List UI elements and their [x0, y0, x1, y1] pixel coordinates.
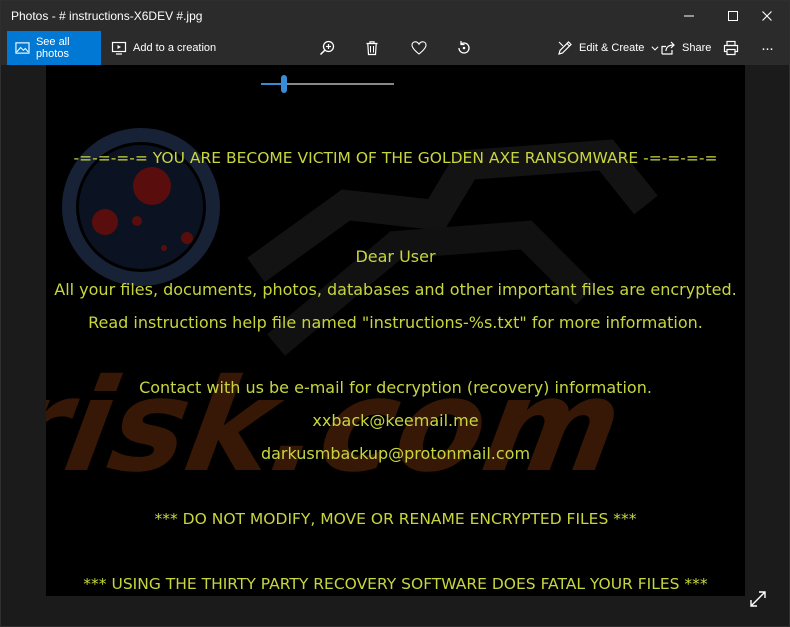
printer-icon — [723, 40, 739, 56]
chevron-down-icon — [651, 46, 659, 51]
zoom-slider-thumb[interactable] — [280, 75, 287, 93]
rotate-button[interactable] — [450, 31, 478, 65]
zoom-button[interactable] — [313, 31, 341, 65]
add-to-creation-label: Add to a creation — [133, 42, 217, 54]
see-all-photos-label: See all photos — [35, 36, 70, 60]
add-to-creation-button[interactable]: Add to a creation — [111, 31, 216, 65]
note-email-2: darkusmbackup@protonmail.com — [260, 444, 531, 463]
trash-icon — [366, 41, 378, 56]
note-line-1: All your files, documents, photos, datab… — [54, 280, 737, 299]
toolbar: See all photos Add to a creation Edit & … — [1, 31, 789, 65]
zoom-in-icon — [319, 40, 335, 56]
title-bar[interactable]: Photos - # instructions-X6DEV #.jpg — [1, 1, 789, 31]
edit-create-button[interactable]: Edit & Create — [557, 31, 660, 65]
delete-button[interactable] — [358, 31, 386, 65]
maximize-icon — [728, 11, 738, 21]
rotate-icon — [458, 41, 470, 54]
note-email-1: xxback@keemail.me — [312, 411, 479, 430]
photos-window: Photos - # instructions-X6DEV #.jpg See … — [0, 0, 790, 627]
window-title: Photos - # instructions-X6DEV #.jpg — [11, 9, 203, 23]
ransom-note-image: risk.com -=-=-=-= YOU ARE BECOME VICTIM … — [46, 65, 745, 596]
see-all-photos-button[interactable]: See all photos — [7, 31, 101, 65]
note-contact: Contact with us be e-mail for decryption… — [139, 378, 652, 397]
expand-icon — [750, 591, 766, 607]
fullscreen-button[interactable] — [749, 590, 767, 608]
zoom-slider[interactable] — [261, 75, 394, 93]
edit-create-label: Edit & Create — [579, 42, 645, 54]
note-warning-1: *** DO NOT MODIFY, MOVE OR RENAME ENCRYP… — [154, 510, 637, 528]
more-icon: ··· — [761, 39, 774, 57]
share-button[interactable]: Share — [660, 31, 711, 65]
note-greeting: Dear User — [355, 247, 436, 266]
favorite-button[interactable] — [405, 31, 433, 65]
photo-viewer: risk.com -=-=-=-= YOU ARE BECOME VICTIM … — [1, 65, 789, 626]
note-header: -=-=-=-= YOU ARE BECOME VICTIM OF THE GO… — [73, 149, 718, 167]
minimize-icon — [684, 15, 694, 17]
edit-create-icon — [558, 41, 572, 55]
close-icon — [762, 11, 772, 21]
close-button[interactable] — [747, 1, 787, 31]
more-options-button[interactable]: ··· — [753, 31, 781, 65]
photo-icon — [15, 42, 30, 54]
heart-icon — [411, 41, 427, 55]
share-label: Share — [682, 42, 712, 54]
add-creation-icon — [111, 41, 127, 55]
minimize-button[interactable] — [669, 1, 709, 31]
note-warning-2: *** USING THE THIRTY PARTY RECOVERY SOFT… — [83, 575, 708, 593]
note-line-2: Read instructions help file named "instr… — [88, 313, 703, 332]
print-button[interactable] — [717, 31, 745, 65]
share-icon — [661, 41, 675, 55]
